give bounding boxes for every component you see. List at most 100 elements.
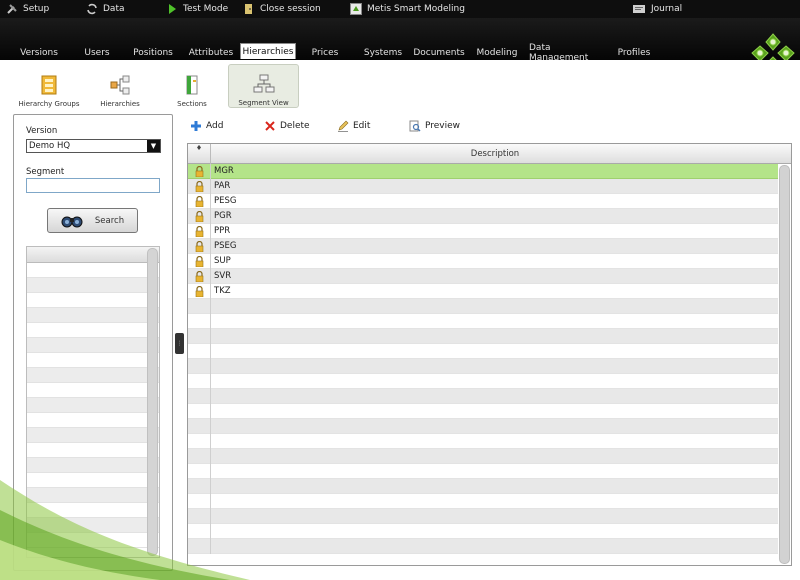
table-row[interactable]	[188, 343, 778, 359]
results-list-row[interactable]	[27, 323, 159, 338]
lock-cell	[188, 163, 211, 179]
lock-cell	[188, 418, 211, 434]
results-list-row[interactable]	[27, 458, 159, 473]
table-row[interactable]	[188, 433, 778, 449]
results-list-scrollbar[interactable]	[147, 248, 158, 556]
results-list-row[interactable]	[27, 398, 159, 413]
delete-button[interactable]: Delete	[264, 118, 310, 134]
results-list-row[interactable]	[27, 533, 159, 548]
hierarchy-groups-button[interactable]: Hierarchy Groups	[16, 64, 82, 108]
table-row[interactable]	[188, 313, 778, 329]
lock-cell	[188, 283, 211, 299]
lock-cell	[188, 208, 211, 224]
table-row[interactable]	[188, 403, 778, 419]
hierarchies-button[interactable]: Hierarchies	[96, 64, 144, 108]
sections-icon	[186, 75, 198, 95]
setup-menu[interactable]: Setup	[6, 0, 49, 18]
panel-splitter-handle[interactable]: ⋮	[175, 333, 184, 354]
results-list-row[interactable]	[27, 503, 159, 518]
search-button[interactable]: Search	[47, 208, 138, 233]
action-bar: Add Delete Edit Preview	[186, 118, 486, 134]
preview-label: Preview	[425, 121, 461, 131]
results-list-row[interactable]	[27, 353, 159, 368]
table-row[interactable]	[188, 418, 778, 434]
segment-code-cell: MGR	[214, 166, 234, 176]
results-list-row[interactable]	[27, 488, 159, 503]
table-row[interactable]: PSEG	[188, 238, 778, 254]
table-row[interactable]: SVR	[188, 268, 778, 284]
table-row[interactable]	[188, 508, 778, 524]
segment-view-button[interactable]: Segment View	[228, 64, 299, 108]
lock-cell	[188, 538, 211, 554]
edit-button[interactable]: Edit	[337, 118, 370, 134]
grid-scrollbar[interactable]	[779, 165, 790, 564]
sort-column-header[interactable]: ♦	[188, 144, 211, 164]
table-row[interactable]: SUP	[188, 253, 778, 269]
table-row[interactable]	[188, 298, 778, 314]
table-row[interactable]	[188, 373, 778, 389]
results-list-row[interactable]	[27, 293, 159, 308]
results-list-row[interactable]	[27, 308, 159, 323]
preview-icon	[409, 120, 421, 132]
tab-prices[interactable]: Prices	[309, 45, 341, 60]
table-row[interactable]: TKZ	[188, 283, 778, 299]
tab-attributes[interactable]: Attributes	[186, 45, 236, 60]
test-mode-menu[interactable]: Test Mode	[166, 0, 228, 18]
table-row[interactable]	[188, 328, 778, 344]
lock-cell	[188, 493, 211, 509]
data-menu[interactable]: Data	[86, 0, 125, 18]
preview-button[interactable]: Preview	[409, 118, 460, 134]
close-session-menu[interactable]: Close session	[243, 0, 321, 18]
table-row[interactable]	[188, 523, 778, 539]
tab-data-management[interactable]: Data Management	[526, 43, 606, 63]
table-row[interactable]: PESG	[188, 193, 778, 209]
table-row[interactable]: MGR	[188, 163, 778, 179]
table-row[interactable]	[188, 448, 778, 464]
tab-hierarchies[interactable]: Hierarchies	[240, 43, 296, 59]
table-row[interactable]	[188, 463, 778, 479]
segment-code-cell: PAR	[214, 181, 231, 191]
description-column-header[interactable]: Description	[211, 144, 779, 164]
tab-versions[interactable]: Versions	[18, 45, 60, 60]
tab-profiles[interactable]: Profiles	[614, 45, 654, 60]
lock-cell	[188, 388, 211, 404]
journal-menu[interactable]: Journal	[632, 0, 682, 18]
add-button[interactable]: Add	[190, 118, 223, 134]
segment-code-cell: PSEG	[214, 241, 237, 251]
table-row[interactable]: PGR	[188, 208, 778, 224]
results-list-row[interactable]	[27, 278, 159, 293]
sections-button[interactable]: Sections	[172, 64, 212, 108]
tab-positions[interactable]: Positions	[131, 45, 175, 60]
results-list	[26, 246, 160, 558]
add-label: Add	[206, 121, 224, 131]
tools-icon	[7, 4, 17, 14]
results-list-row[interactable]	[27, 368, 159, 383]
chevron-down-icon[interactable]: ▼	[147, 140, 160, 152]
table-row[interactable]	[188, 358, 778, 374]
app-menu[interactable]: Metis Smart Modeling	[350, 0, 465, 18]
tab-documents[interactable]: Documents	[413, 45, 465, 60]
results-list-row[interactable]	[27, 383, 159, 398]
segment-input[interactable]	[26, 178, 160, 193]
results-list-row[interactable]	[27, 413, 159, 428]
table-row[interactable]: PPR	[188, 223, 778, 239]
table-row[interactable]	[188, 493, 778, 509]
results-list-row[interactable]	[27, 263, 159, 278]
results-list-row[interactable]	[27, 428, 159, 443]
results-list-row[interactable]	[27, 473, 159, 488]
table-row[interactable]	[188, 538, 778, 554]
grid-body: MGR PAR PESG PGR PPR PSEG SUP SVR TKZ	[188, 163, 778, 554]
results-list-row[interactable]	[27, 443, 159, 458]
version-select[interactable]: Demo HQ ▼	[26, 139, 161, 153]
lock-cell	[188, 508, 211, 524]
results-list-row[interactable]	[27, 338, 159, 353]
table-row[interactable]	[188, 388, 778, 404]
tab-systems[interactable]: Systems	[362, 45, 404, 60]
tab-modeling[interactable]: Modeling	[475, 45, 519, 60]
results-list-header	[27, 247, 159, 263]
hierarchy-groups-icon	[41, 75, 57, 95]
table-row[interactable]	[188, 478, 778, 494]
table-row[interactable]: PAR	[188, 178, 778, 194]
tab-users[interactable]: Users	[80, 45, 114, 60]
results-list-row[interactable]	[27, 518, 159, 533]
